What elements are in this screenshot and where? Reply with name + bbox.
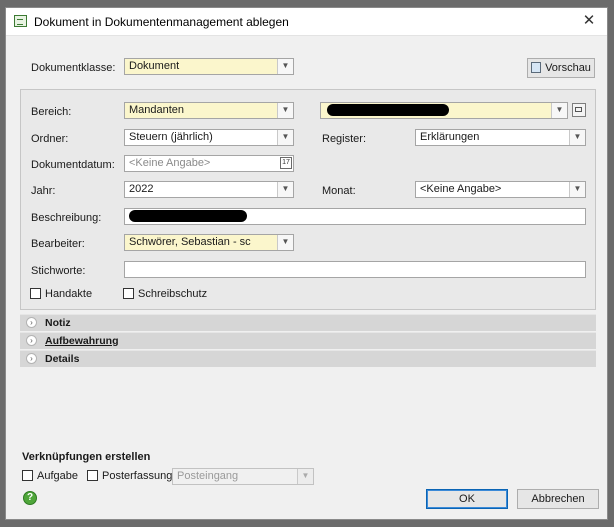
schreibschutz-label: Schreibschutz (138, 288, 208, 300)
handakte-checkbox[interactable] (30, 288, 41, 299)
dokumentdatum-label: Dokumentdatum: (31, 159, 115, 171)
beschreibung-input[interactable] (124, 208, 586, 225)
monat-label: Monat: (322, 185, 356, 197)
bearbeiter-label: Bearbeiter: (31, 238, 85, 250)
dokumentdatum-placeholder: <Keine Angabe> (129, 157, 211, 169)
ordner-value: Steuern (jährlich) (129, 131, 213, 143)
close-button[interactable]: ✕ (579, 11, 599, 31)
redaction-mark (129, 210, 247, 222)
help-icon[interactable]: ? (23, 491, 37, 505)
chevron-right-icon: › (26, 317, 37, 328)
document-archive-icon (14, 15, 27, 27)
stichworte-input[interactable] (124, 261, 586, 278)
dialog-window: Dokument in Dokumentenmanagement ablegen… (5, 7, 608, 520)
chevron-down-icon[interactable]: ▼ (297, 469, 313, 484)
dokumentklasse-label: Dokumentklasse: (31, 62, 116, 74)
posteingang-select[interactable]: Posteingang ▼ (172, 468, 314, 485)
bearbeiter-value: Schwörer, Sebastian - sc (129, 236, 251, 248)
chevron-down-icon[interactable]: ▼ (277, 235, 293, 250)
schreibschutz-checkbox[interactable] (123, 288, 134, 299)
aufgabe-checkbox[interactable] (22, 470, 33, 481)
posterfassung-label: Posterfassung: (102, 470, 176, 482)
section-title: Aufbewahrung (45, 335, 119, 347)
chevron-right-icon: › (26, 335, 37, 346)
posterfassung-checkbox[interactable] (87, 470, 98, 481)
chevron-down-icon[interactable]: ▼ (569, 130, 585, 145)
chevron-down-icon[interactable]: ▼ (569, 182, 585, 197)
mandant-details-button[interactable] (572, 103, 586, 117)
chevron-down-icon[interactable]: ▼ (277, 103, 293, 118)
beschreibung-label: Beschreibung: (31, 212, 102, 224)
bereich-label: Bereich: (31, 106, 72, 118)
abbrechen-button[interactable]: Abbrechen (517, 489, 599, 509)
section-title: Details (45, 353, 80, 365)
bereich-mandant-select[interactable]: ▼ (320, 102, 568, 119)
dokumentklasse-value: Dokument (129, 60, 180, 72)
window-title: Dokument in Dokumentenmanagement ablegen (34, 15, 289, 29)
handakte-label: Handakte (45, 288, 93, 300)
section-notiz[interactable]: › Notiz (20, 314, 596, 331)
chevron-right-icon: › (26, 353, 37, 364)
section-aufbewahrung[interactable]: › Aufbewahrung (20, 332, 596, 349)
verknuepfungen-heading: Verknüpfungen erstellen (22, 451, 151, 463)
bereich-value: Mandanten (129, 104, 185, 116)
calendar-icon[interactable]: 17 (280, 157, 292, 169)
jahr-select[interactable]: 2022 ▼ (124, 181, 294, 198)
section-title: Notiz (45, 317, 71, 329)
bereich-select[interactable]: Mandanten ▼ (124, 102, 294, 119)
ordner-label: Ordner: (31, 133, 69, 145)
chevron-down-icon[interactable]: ▼ (277, 130, 293, 145)
ordner-select[interactable]: Steuern (jährlich) ▼ (124, 129, 294, 146)
vorschau-label: Vorschau (545, 62, 591, 74)
chevron-down-icon[interactable]: ▼ (277, 182, 293, 197)
dokumentdatum-input[interactable]: <Keine Angabe> 17 (124, 155, 294, 172)
vorschau-button[interactable]: Vorschau (527, 58, 595, 78)
bearbeiter-select[interactable]: Schwörer, Sebastian - sc ▼ (124, 234, 294, 251)
jahr-label: Jahr: (31, 185, 56, 197)
stichworte-label: Stichworte: (31, 265, 86, 277)
register-label: Register: (322, 133, 367, 145)
title-bar: Dokument in Dokumentenmanagement ablegen… (6, 8, 607, 36)
jahr-value: 2022 (129, 183, 154, 195)
register-select[interactable]: Erklärungen ▼ (415, 129, 586, 146)
chevron-down-icon[interactable]: ▼ (551, 103, 567, 118)
posteingang-value: Posteingang (177, 470, 239, 482)
preview-icon (531, 62, 542, 73)
ok-button[interactable]: OK (426, 489, 508, 509)
register-value: Erklärungen (420, 131, 480, 143)
monat-select[interactable]: <Keine Angabe> ▼ (415, 181, 586, 198)
chevron-down-icon[interactable]: ▼ (277, 59, 293, 74)
dokumentklasse-select[interactable]: Dokument ▼ (124, 58, 294, 75)
section-details[interactable]: › Details (20, 350, 596, 367)
redaction-mark (327, 104, 449, 116)
monat-value: <Keine Angabe> (420, 183, 502, 195)
aufgabe-label: Aufgabe (37, 470, 78, 482)
